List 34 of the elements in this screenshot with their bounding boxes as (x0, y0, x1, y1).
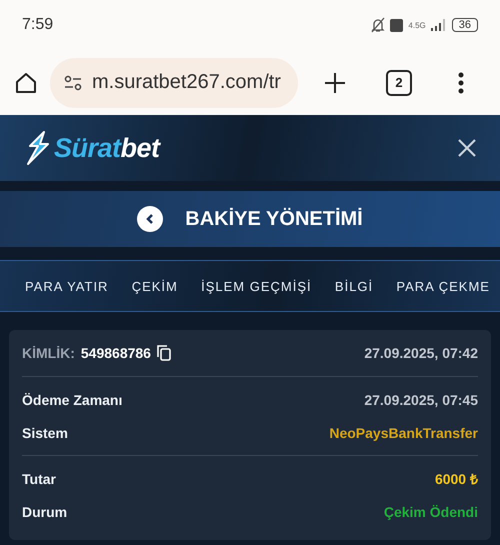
detail-label: Sistem (22, 424, 68, 440)
detail-label: Ödeme Zamanı (22, 392, 122, 408)
detail-value: Çekim Ödendi (384, 504, 478, 520)
clock-time: 7:59 (22, 16, 54, 34)
address-bar[interactable]: m.suratbet267.com/tr (50, 58, 298, 108)
close-icon[interactable] (458, 139, 476, 157)
menu-icon[interactable] (458, 72, 464, 94)
created-date: 27.09.2025, 07:42 (364, 345, 478, 361)
logo-text: Süratbet (54, 132, 160, 164)
id-label: KİMLİK: (22, 345, 75, 361)
detail-label: Tutar (22, 470, 56, 486)
nav-tab[interactable]: PARA ÇEKME (396, 274, 490, 298)
id-value: 549868786 (80, 345, 151, 361)
detail-label: Durum (22, 504, 68, 520)
lightning-s-icon (24, 130, 52, 166)
nav-tab[interactable]: PARA YATIR (25, 274, 108, 298)
nav-tab[interactable]: ÇEKİM (132, 274, 178, 298)
detail-value: NeoPaysBankTransfer (329, 424, 478, 440)
page-title: BAKİYE YÖNETİMİ (185, 208, 363, 230)
nav-tab[interactable]: İŞLEM GEÇMİŞİ (201, 274, 312, 298)
site-settings-icon[interactable] (64, 74, 82, 90)
signal-icon (430, 19, 447, 31)
url-text: m.suratbet267.com/tr (92, 71, 281, 94)
nav-tab[interactable]: BİLGİ (334, 274, 374, 298)
copy-icon[interactable] (156, 345, 171, 361)
back-button[interactable] (137, 206, 164, 232)
tab-count[interactable]: 2 (386, 70, 412, 96)
detail-value: 27.09.2025, 07:45 (364, 392, 478, 408)
battery-level: 36 (452, 18, 478, 32)
new-tab-icon[interactable] (324, 72, 346, 94)
home-icon[interactable] (14, 70, 38, 94)
network-type: 4.5G (408, 20, 426, 30)
bell-off-icon (371, 17, 386, 33)
detail-value: 6000 ₺ (434, 470, 478, 488)
